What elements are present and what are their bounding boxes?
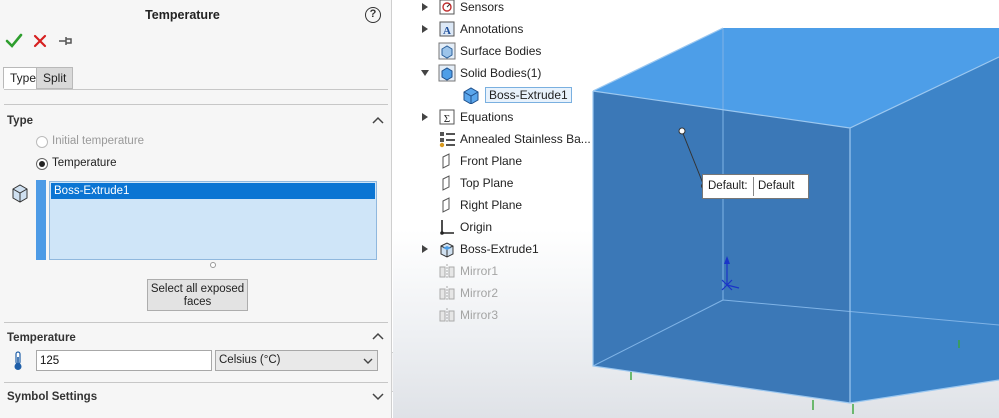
divider xyxy=(4,89,388,90)
divider xyxy=(4,104,388,105)
plane-icon xyxy=(442,153,450,169)
sensors-icon xyxy=(439,0,455,15)
pushpin-icon[interactable] xyxy=(58,35,74,47)
selection-list-item[interactable]: Boss-Extrude1 xyxy=(51,183,375,199)
mirror-icon xyxy=(439,264,455,279)
tree-item-label: Front Plane xyxy=(460,154,523,168)
tree-item-label: Mirror2 xyxy=(460,286,498,300)
radio-button[interactable] xyxy=(36,136,48,148)
plane-icon xyxy=(442,197,450,213)
tree-item-label: Annealed Stainless Ba... xyxy=(460,132,591,146)
tree-item-label: Surface Bodies xyxy=(460,44,542,58)
plane-icon xyxy=(442,175,450,191)
temperature-callout[interactable]: Default: Default xyxy=(702,174,809,199)
tree-item-label: Right Plane xyxy=(460,198,523,212)
unit-select-value: Celsius (°C) xyxy=(219,354,281,366)
callout-separator xyxy=(753,177,754,196)
tree-item-label: Annotations xyxy=(460,22,524,36)
tree-item-label: Top Plane xyxy=(460,176,514,190)
svg-text:A: A xyxy=(443,25,451,37)
expand-arrow-icon[interactable] xyxy=(421,24,429,34)
solid-body-icon xyxy=(463,87,479,104)
divider xyxy=(4,322,388,323)
graphics-area[interactable]: Default: Default Sensors A Annotations S… xyxy=(393,0,999,418)
tree-item-label: Mirror3 xyxy=(460,308,498,322)
temperature-value-input[interactable] xyxy=(36,350,212,371)
tree-item-label: Origin xyxy=(460,220,493,234)
callout-key: Default: xyxy=(708,180,748,192)
selection-focus-bar xyxy=(36,180,46,260)
equations-icon: Σ xyxy=(439,109,455,125)
ok-check-icon[interactable] xyxy=(5,33,23,49)
solid-bodies-icon xyxy=(438,64,456,82)
svg-text:Σ: Σ xyxy=(444,113,450,125)
radio-button[interactable] xyxy=(36,158,48,170)
solid-body-icon xyxy=(12,184,28,203)
callout-value: Default xyxy=(758,180,795,192)
tree-item-label: Mirror1 xyxy=(460,264,498,278)
callout-anchor xyxy=(678,127,686,135)
mirror-icon xyxy=(439,286,455,301)
tree-item-label: Boss-Extrude1 xyxy=(485,87,572,103)
expand-arrow-icon[interactable] xyxy=(421,112,429,122)
tree-item-label: Boss-Extrude1 xyxy=(460,242,539,256)
thermometer-icon xyxy=(14,351,22,370)
annotations-icon: A xyxy=(439,21,455,37)
select-all-exposed-faces-button[interactable]: Select all exposed faces xyxy=(147,279,248,311)
selection-list[interactable]: Boss-Extrude1 xyxy=(49,181,377,260)
temperature-section-title[interactable]: Temperature xyxy=(7,332,76,344)
type-section-title[interactable]: Type xyxy=(7,115,33,127)
extrude-feature-icon xyxy=(440,242,454,258)
cube-front-face[interactable] xyxy=(593,91,850,403)
origin-icon xyxy=(440,220,454,235)
radio-label: Temperature xyxy=(52,157,117,169)
tree-item-label: Sensors xyxy=(460,0,505,14)
symbol-settings-section-title[interactable]: Symbol Settings xyxy=(7,391,97,403)
tree-item-label: Equations xyxy=(460,110,514,124)
material-icon xyxy=(439,132,455,148)
cancel-x-icon[interactable] xyxy=(33,34,47,48)
tree-item-label: Solid Bodies(1) xyxy=(460,66,542,80)
surface-bodies-icon xyxy=(438,42,456,60)
expand-chevron-icon[interactable] xyxy=(372,390,384,402)
divider xyxy=(4,382,388,383)
property-manager-panel: Temperature ? Type Split Type Initial te… xyxy=(0,0,392,418)
resize-handle[interactable] xyxy=(210,262,216,268)
panel-title: Temperature xyxy=(145,8,220,22)
expand-arrow-icon[interactable] xyxy=(421,244,429,254)
mirror-icon xyxy=(439,308,455,323)
tab-split[interactable]: Split xyxy=(36,67,74,89)
help-icon[interactable]: ? xyxy=(365,7,381,23)
chevron-down-icon xyxy=(363,358,373,364)
collapse-arrow-icon[interactable] xyxy=(421,68,429,78)
temperature-unit-select[interactable]: Celsius (°C) xyxy=(215,350,378,371)
expand-arrow-icon[interactable] xyxy=(421,2,429,12)
collapse-chevron-icon[interactable] xyxy=(372,331,384,343)
collapse-chevron-icon[interactable] xyxy=(372,115,384,127)
radio-label: Initial temperature xyxy=(52,135,145,147)
